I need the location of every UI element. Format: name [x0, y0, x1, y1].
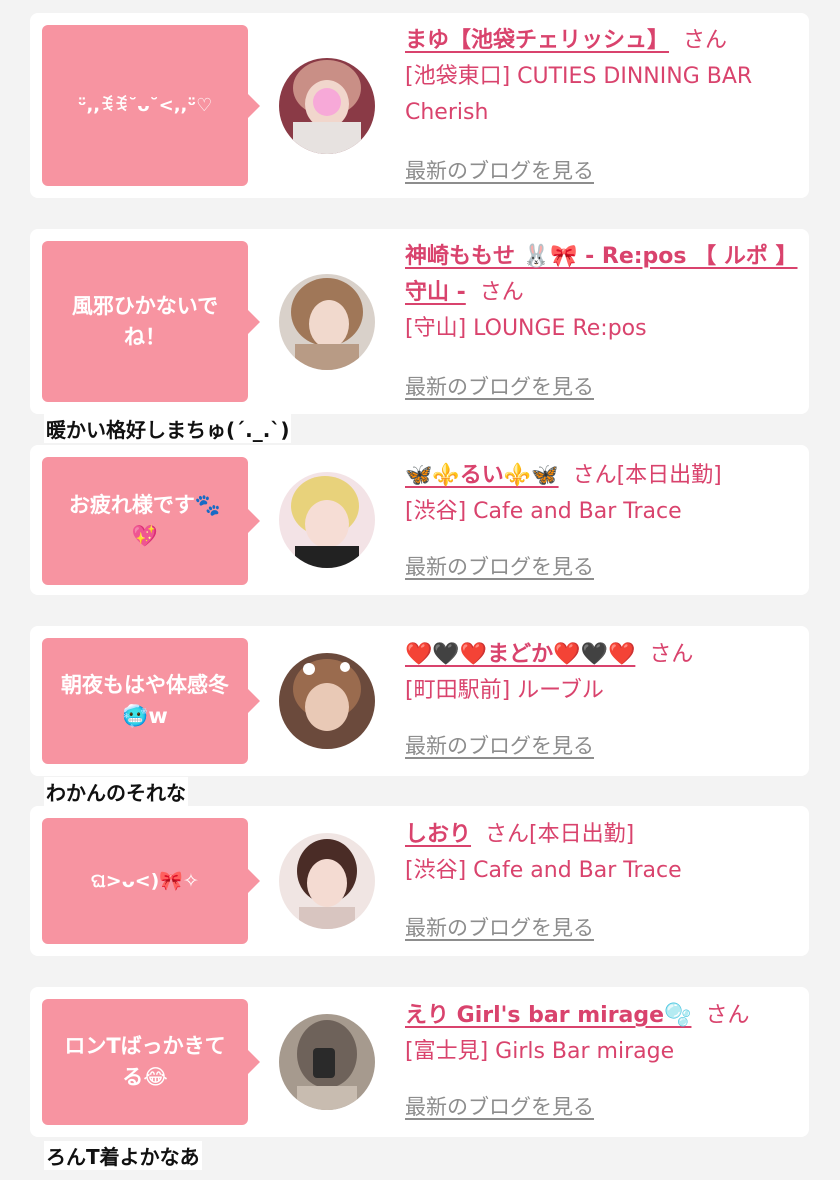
area-shop: [町田駅前] ルーブル	[405, 678, 604, 703]
message-bubble: ଘ>ᴗ<)🎀✧	[42, 818, 260, 944]
post-card: ଘ>ᴗ<)🎀✧ しおり さん[本日出勤] [渋谷] Cafe and Bar Tr…	[30, 806, 809, 956]
cast-info: ❤️🖤❤️まどか❤️🖤❤️ さん [町田駅前] ルーブル	[405, 637, 803, 709]
avatar-photo	[279, 274, 375, 370]
san-label: さん	[485, 822, 530, 847]
cast-info: えり Girl's bar mirage🫧 さん [富士見] Girls Bar …	[405, 998, 803, 1070]
cast-name-link[interactable]: ❤️🖤❤️まどか❤️🖤❤️	[405, 642, 635, 667]
latest-blog-link[interactable]: 最新のブログを見る	[405, 551, 594, 581]
message-bubble: お疲れ様です🐾💖	[42, 457, 260, 585]
post-caption: ろんT着よかなあ	[44, 1141, 202, 1170]
area-shop: [守山] LOUNGE Re:pos	[405, 316, 647, 341]
cast-name-link[interactable]: えり Girl's bar mirage🫧	[405, 1003, 691, 1028]
avatar-photo	[279, 472, 375, 568]
post-caption: わかんのそれな	[44, 777, 188, 806]
cast-info: 神崎ももせ 🐰🎀 - Re:pos 【 ルポ 】守山 - さん [守山] LOUN…	[405, 239, 803, 347]
avatar[interactable]	[279, 1014, 375, 1110]
san-label: さん	[649, 642, 694, 667]
san-label: さん	[683, 28, 728, 53]
avatar[interactable]	[279, 653, 375, 749]
avatar[interactable]	[279, 472, 375, 568]
avatar[interactable]	[279, 833, 375, 929]
avatar-photo	[279, 1014, 375, 1110]
avatar[interactable]	[279, 58, 375, 154]
latest-blog-link[interactable]: 最新のブログを見る	[405, 730, 594, 760]
area-shop: [渋谷] Cafe and Bar Trace	[405, 499, 682, 524]
post-card: ロンTばっかきてる😂 えり Girl's bar mirage🫧 さん [富士見]…	[30, 987, 809, 1137]
cast-info: しおり さん[本日出勤] [渋谷] Cafe and Bar Trace	[405, 817, 803, 889]
cast-name-link[interactable]: しおり	[405, 822, 471, 847]
cast-info: まゆ【池袋チェリッシュ】 さん [池袋東口] CUTIES DINNING BAR…	[405, 23, 803, 131]
status-badge: [本日出勤]	[529, 822, 635, 847]
avatar-photo	[279, 58, 375, 154]
cast-name-link[interactable]: 神崎ももせ 🐰🎀 - Re:pos 【 ルポ 】守山 -	[405, 244, 798, 305]
area-shop: [渋谷] Cafe and Bar Trace	[405, 858, 682, 883]
latest-blog-link[interactable]: 最新のブログを見る	[405, 912, 594, 942]
latest-blog-link[interactable]: 最新のブログを見る	[405, 155, 594, 185]
message-bubble: ロンTばっかきてる😂	[42, 999, 260, 1125]
avatar[interactable]	[279, 274, 375, 370]
area-shop: [富士見] Girls Bar mirage	[405, 1039, 675, 1064]
san-label: さん	[705, 1003, 750, 1028]
cast-info: 🦋⚜️るい⚜️🦋 さん[本日出勤] [渋谷] Cafe and Bar Trace	[405, 458, 803, 530]
area-shop: [池袋東口] CUTIES DINNING BAR Cherish	[405, 64, 753, 125]
post-caption: 暖かい格好しまちゅ(´._.`)	[44, 414, 292, 443]
san-label: さん	[479, 280, 524, 305]
post-card: 朝夜もはや体感冬🥶w ❤️🖤❤️まどか❤️🖤❤️ さん [町田駅前] ルーブル 最…	[30, 626, 809, 776]
post-card: お疲れ様です🐾💖 🦋⚜️るい⚜️🦋 さん[本日出勤] [渋谷] Cafe and …	[30, 445, 809, 595]
message-bubble: ᵕ̈,,ꉂꉂ˘ᴗ˘<,,ᵕ̈♡	[42, 25, 260, 186]
latest-blog-link[interactable]: 最新のブログを見る	[405, 1091, 594, 1121]
post-card: 風邪ひかないでね！ 神崎ももせ 🐰🎀 - Re:pos 【 ルポ 】守山 - さん…	[30, 229, 809, 414]
latest-blog-link[interactable]: 最新のブログを見る	[405, 371, 594, 401]
message-bubble: 朝夜もはや体感冬🥶w	[42, 638, 260, 764]
post-card: ᵕ̈,,ꉂꉂ˘ᴗ˘<,,ᵕ̈♡ まゆ【池袋チェリッシュ】 さん [池袋東口] CU…	[30, 13, 809, 198]
avatar-photo	[279, 653, 375, 749]
avatar-photo	[279, 833, 375, 929]
san-label: さん	[572, 463, 617, 488]
status-badge: [本日出勤]	[616, 463, 722, 488]
cast-name-link[interactable]: 🦋⚜️るい⚜️🦋	[405, 463, 559, 488]
cast-name-link[interactable]: まゆ【池袋チェリッシュ】	[405, 28, 669, 53]
message-bubble: 風邪ひかないでね！	[42, 241, 260, 402]
